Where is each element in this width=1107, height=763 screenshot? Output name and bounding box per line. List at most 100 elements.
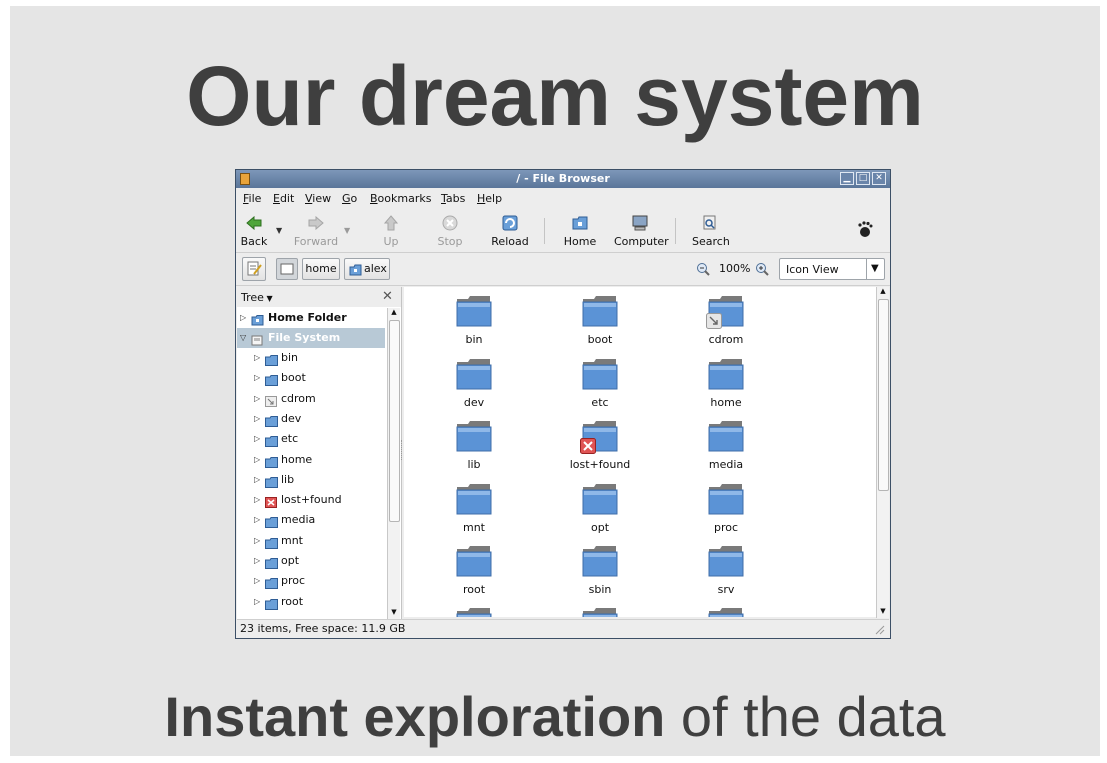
expand-triangle-icon[interactable]: ▷ (254, 592, 260, 612)
search-icon (700, 214, 720, 232)
folder-icon (265, 597, 278, 617)
collapse-triangle-icon[interactable]: ▽ (240, 328, 246, 348)
location-toggle-button[interactable] (242, 257, 266, 281)
folder-item[interactable]: opt (545, 483, 655, 537)
path-back-button[interactable] (276, 258, 298, 280)
tree-item[interactable]: ▷ home (237, 450, 387, 470)
tree-item-home-folder[interactable]: ▷ Home Folder (237, 308, 387, 328)
tree-item[interactable]: ▷ mnt (237, 531, 387, 551)
folder-item[interactable]: lost+found (545, 420, 655, 474)
back-arrow-icon (244, 214, 264, 232)
crumb-alex[interactable]: alex (344, 258, 390, 280)
stop-button[interactable]: Stop (432, 214, 468, 248)
folder-item[interactable]: sbin (545, 545, 655, 599)
menu-help[interactable]: Help (477, 192, 502, 205)
scroll-up-arrow-icon[interactable]: ▲ (389, 308, 399, 318)
expand-triangle-icon[interactable]: ▷ (254, 450, 260, 470)
home-button[interactable]: Home (562, 214, 598, 248)
up-button[interactable]: Up (376, 214, 406, 248)
folder-item[interactable]: mnt (419, 483, 529, 537)
folder-icon (708, 483, 744, 518)
expand-triangle-icon[interactable]: ▷ (254, 571, 260, 591)
computer-button[interactable]: Computer (614, 214, 669, 248)
tree-item[interactable]: ▷ proc (237, 571, 387, 591)
close-button[interactable]: ✕ (872, 172, 886, 185)
tree-item[interactable]: ▷ bin (237, 348, 387, 368)
window-titlebar[interactable]: / - File Browser ▁ □ ✕ (236, 170, 890, 188)
resize-grip-icon[interactable] (873, 623, 885, 638)
folder-item[interactable]: lib (419, 420, 529, 474)
sidebar-scroll-thumb[interactable] (389, 320, 400, 522)
expand-triangle-icon[interactable]: ▷ (254, 531, 260, 551)
forward-button[interactable]: Forward (291, 214, 341, 248)
scroll-up-arrow-icon[interactable]: ▲ (878, 287, 888, 297)
folder-item[interactable]: proc (671, 483, 781, 537)
expand-triangle-icon[interactable]: ▷ (254, 510, 260, 530)
menu-file[interactable]: File (243, 192, 261, 205)
scroll-down-arrow-icon[interactable]: ▼ (878, 607, 888, 617)
menu-tabs[interactable]: Tabs (441, 192, 465, 205)
up-arrow-icon (381, 214, 401, 232)
tree-item[interactable]: ▷ media (237, 510, 387, 530)
menu-edit[interactable]: Edit (273, 192, 294, 205)
computer-icon (630, 214, 650, 232)
expand-triangle-icon[interactable]: ▷ (254, 348, 260, 368)
zoom-in-icon[interactable] (755, 262, 769, 279)
forward-arrow-icon (306, 214, 326, 232)
tree-item[interactable]: ▷ root (237, 592, 387, 612)
icon-view-scrollbar[interactable]: ▲ ▼ (876, 287, 889, 618)
folder-item[interactable]: etc (545, 358, 655, 412)
tree-item[interactable]: ▷ lib (237, 470, 387, 490)
search-button[interactable]: Search (692, 214, 730, 248)
folder-item[interactable]: root (419, 545, 529, 599)
crumb-home[interactable]: home (302, 258, 340, 280)
status-bar: 23 items, Free space: 11.9 GB (237, 619, 889, 638)
expand-triangle-icon[interactable]: ▷ (254, 551, 260, 571)
folder-item[interactable]: bin (419, 295, 529, 349)
folder-item[interactable]: dev (419, 358, 529, 412)
folder-icon[interactable] (708, 607, 744, 617)
menu-go[interactable]: Go (342, 192, 357, 205)
tree-item[interactable]: ▷ etc (237, 429, 387, 449)
close-sidebar-icon[interactable]: ✕ (382, 289, 393, 304)
tree-item[interactable]: ▷ dev (237, 409, 387, 429)
folder-icon[interactable] (456, 607, 492, 617)
folder-item[interactable]: cdrom (671, 295, 781, 349)
view-mode-select[interactable]: Icon View ▼ (779, 258, 885, 280)
expand-triangle-icon[interactable]: ▷ (254, 470, 260, 490)
expand-triangle-icon[interactable]: ▷ (254, 490, 260, 510)
tree-item[interactable]: ▷ lost+found (237, 490, 387, 510)
unreadable-emblem-icon (580, 438, 596, 457)
sidebar-mode-select[interactable]: Tree ▼ (241, 291, 273, 304)
folder-icon (580, 420, 618, 457)
expand-triangle-icon[interactable]: ▷ (254, 389, 260, 409)
tree-item[interactable]: ▷ cdrom (237, 389, 387, 409)
minimize-button[interactable]: ▁ (840, 172, 854, 185)
folder-item[interactable]: home (671, 358, 781, 412)
menu-bookmarks[interactable]: Bookmarks (370, 192, 431, 205)
back-button[interactable]: Back (239, 214, 269, 248)
tree-item[interactable]: ▷ boot (237, 368, 387, 388)
scroll-down-arrow-icon[interactable]: ▼ (389, 608, 399, 618)
zoom-level[interactable]: 100% (719, 262, 750, 275)
tree-item[interactable]: ▷ opt (237, 551, 387, 571)
folder-item[interactable]: boot (545, 295, 655, 349)
folder-item[interactable]: srv (671, 545, 781, 599)
expand-triangle-icon[interactable]: ▷ (254, 409, 260, 429)
zoom-out-icon[interactable] (696, 262, 710, 279)
back-history-dropdown[interactable]: ▼ (276, 226, 282, 235)
forward-history-dropdown[interactable]: ▼ (344, 226, 350, 235)
expand-triangle-icon[interactable]: ▷ (240, 308, 246, 328)
icon-view-scroll-thumb[interactable] (878, 299, 889, 491)
maximize-button[interactable]: □ (856, 172, 870, 185)
folder-item[interactable]: media (671, 420, 781, 474)
expand-triangle-icon[interactable]: ▷ (254, 368, 260, 388)
toolbar: Back ▼ Forward ▼ Up Stop Reload Home Com… (236, 210, 890, 253)
folder-icon[interactable] (582, 607, 618, 617)
reload-button[interactable]: Reload (490, 214, 530, 248)
tree-item-file-system[interactable]: ▽ File System (237, 328, 385, 348)
folder-icon (706, 295, 744, 330)
expand-triangle-icon[interactable]: ▷ (254, 429, 260, 449)
menu-view[interactable]: View (305, 192, 331, 205)
sidebar-scrollbar[interactable]: ▲ ▼ (387, 308, 400, 619)
